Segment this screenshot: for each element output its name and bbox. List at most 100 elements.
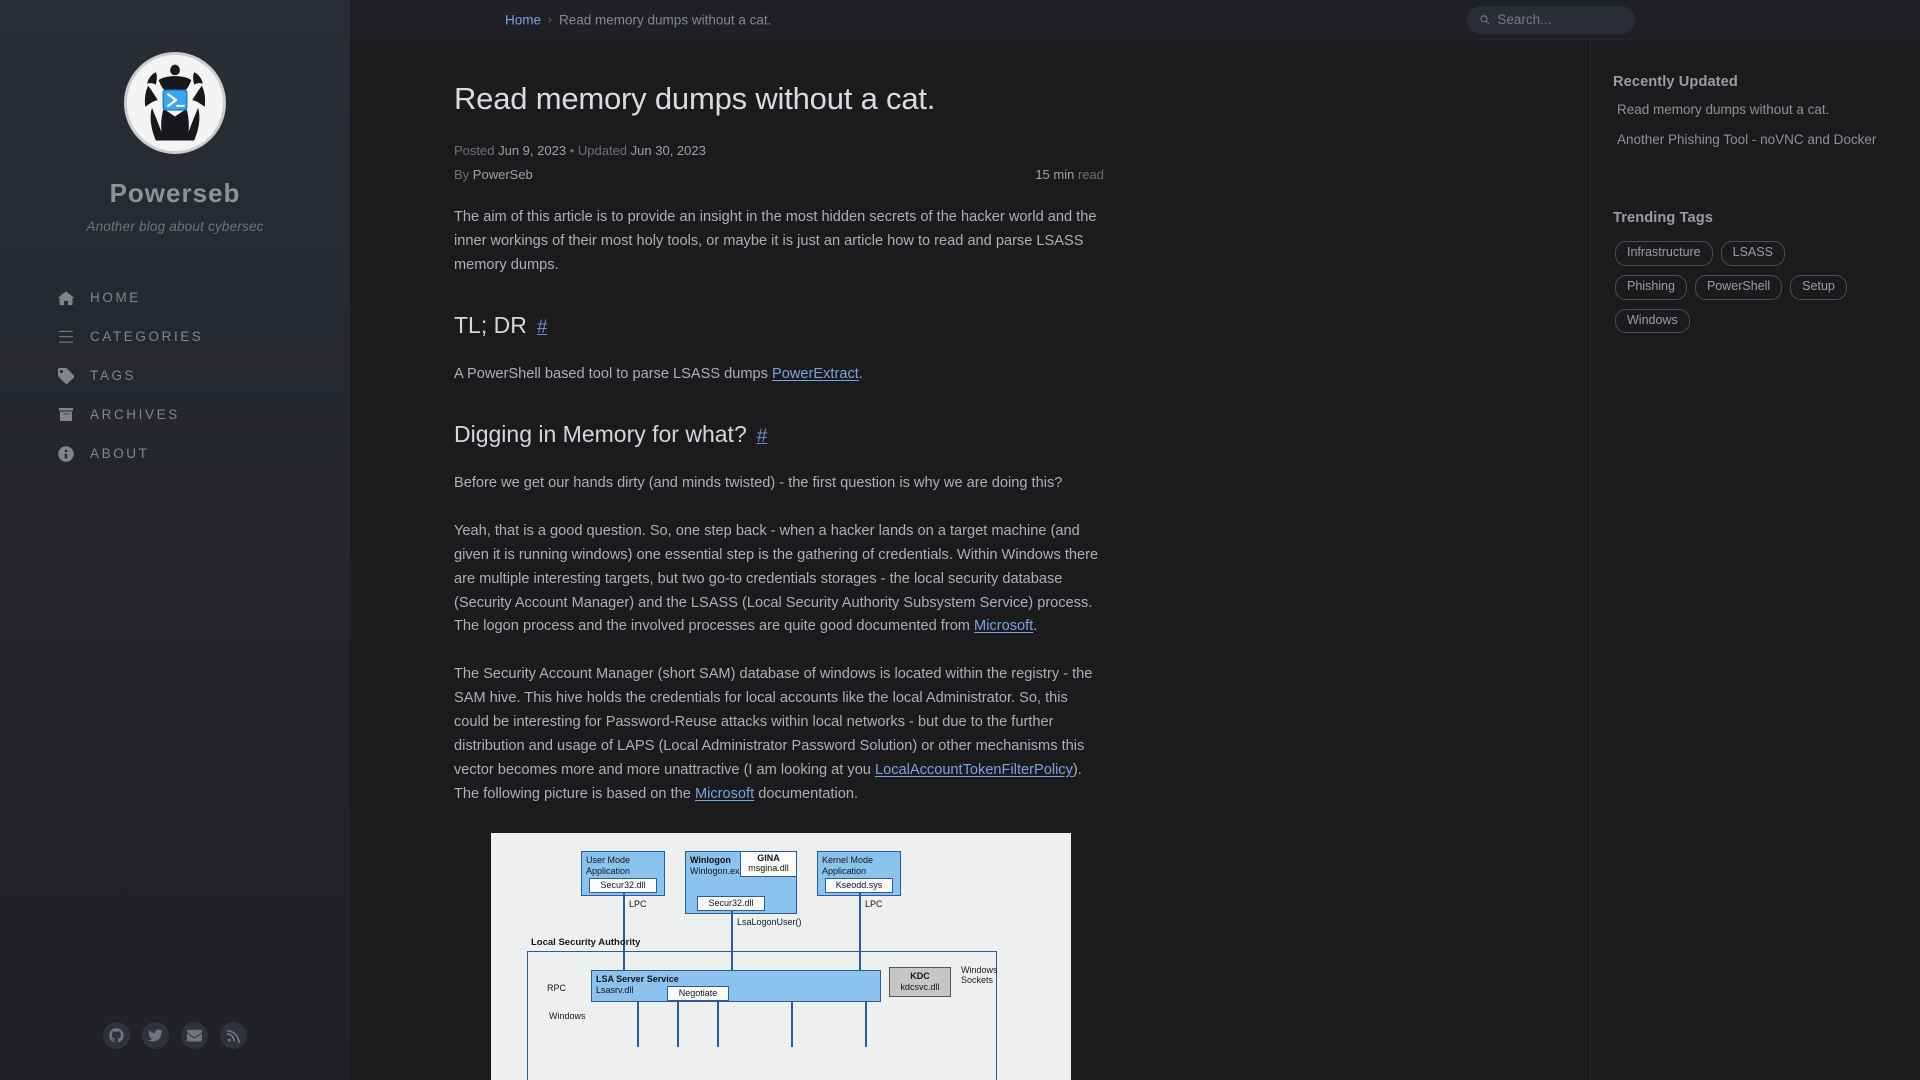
diagram-label: Windows (961, 964, 998, 975)
recently-updated-block: Recently Updated Read memory dumps witho… (1613, 74, 1902, 148)
heading-anchor-link[interactable]: # (537, 317, 548, 339)
intro-paragraph: The aim of this article is to provide an… (454, 209, 1097, 274)
tag-powershell[interactable]: PowerShell (1694, 275, 1783, 300)
digging-paragraph-1: Before we get our hands dirty (and minds… (454, 474, 1063, 491)
list-item[interactable]: Read memory dumps without a cat. (1613, 102, 1902, 118)
diagram-box-lsa-server-service: LSA Server Service Lsasrv.dll (591, 969, 881, 1002)
diagram-connector (717, 1001, 719, 1047)
diagram-label-lpc-right: LPC (865, 898, 883, 909)
sidebar-item-home[interactable]: HOME (0, 278, 350, 317)
post-dates: Posted Jun 9, 2023 • Updated Jun 30, 202… (454, 143, 1530, 158)
tag-setup[interactable]: Setup (1790, 275, 1847, 300)
breadcrumb-current: Read memory dumps without a cat. (559, 12, 772, 27)
search-box[interactable] (1467, 5, 1635, 34)
post-author: By PowerSeb (454, 167, 533, 182)
diagram-label: KDC (910, 970, 930, 981)
author-name[interactable]: PowerSeb (473, 167, 533, 182)
diagram-connector (677, 1001, 679, 1047)
twitter-icon[interactable] (142, 1022, 169, 1049)
sam-paragraph: The Security Account Manager (short SAM)… (454, 663, 1106, 807)
by-label: By (454, 167, 470, 183)
page-title: Read memory dumps without a cat. (454, 81, 936, 116)
search-icon (1480, 15, 1490, 25)
diagram-label: Sockets (961, 975, 994, 986)
sidebar-item-label: ARCHIVES (90, 407, 180, 422)
diagram-box-secur32-1: Secur32.dll (589, 877, 657, 893)
sidebar-item-categories[interactable]: CATEGORIES (0, 317, 350, 356)
tag-icon (58, 367, 84, 384)
home-icon (58, 290, 84, 306)
sidebar-item-archives[interactable]: ARCHIVES (0, 395, 350, 434)
tldr-text-post: . (858, 365, 863, 382)
recently-updated-title: Recently Updated (1613, 74, 1738, 90)
diagram-box-negotiate: Negotiate (667, 985, 729, 1001)
sidebar-nav: HOME CATEGORIES TAGS ARCHIVES ABOUT (0, 278, 350, 473)
diagram-label: LSA Server Service (596, 973, 679, 984)
microsoft-link[interactable]: Microsoft (974, 618, 1033, 634)
localaccounttokenfilterpolicy-link[interactable]: LocalAccountTokenFilterPolicy (875, 762, 1073, 778)
section-heading-tldr: TL; DR # (454, 312, 1530, 339)
sidebar-item-label: TAGS (90, 368, 137, 383)
read-time: 15 min read (1035, 167, 1104, 182)
section-heading-digging: Digging in Memory for what? # (454, 421, 1530, 448)
site-title[interactable]: Powerseb (110, 178, 241, 209)
diagram-label: Winlogon.exe (690, 865, 745, 876)
content-area: Home › Read memory dumps without a cat. … (350, 0, 1920, 1080)
tag-infrastructure[interactable]: Infrastructure (1615, 241, 1713, 266)
trending-tags-block: Trending Tags Infrastructure LSASS Phish… (1613, 210, 1902, 334)
list-item[interactable]: Another Phishing Tool - noVNC and Docker (1613, 132, 1902, 148)
search-input[interactable] (1497, 12, 1623, 27)
diagram-connector (637, 1001, 639, 1047)
sidebar-item-label: ABOUT (90, 446, 150, 461)
sidebar-item-label: HOME (90, 290, 141, 305)
tldr-text-pre: A PowerShell based tool to parse LSASS d… (454, 365, 773, 382)
right-panel: Recently Updated Read memory dumps witho… (1590, 40, 1920, 1080)
diagram-box-secur32-2: Secur32.dll (697, 895, 765, 911)
social-links (0, 1022, 350, 1049)
post-author-readtime: By PowerSeb 15 min read (454, 167, 1104, 182)
powershell-superhero-avatar-icon (127, 55, 223, 151)
diagram-label: Application (822, 865, 867, 876)
powerextract-link[interactable]: PowerExtract (772, 366, 859, 382)
tag-lsass[interactable]: LSASS (1720, 241, 1785, 266)
diagram-label: Application (586, 865, 631, 876)
avatar[interactable] (124, 52, 226, 154)
diagram-label-lsalogonuser: LsaLogonUser() (737, 916, 802, 927)
sidebar-item-label: CATEGORIES (90, 329, 204, 344)
tag-phishing[interactable]: Phishing (1615, 275, 1687, 300)
diagram-label: Lsasrv.dll (596, 984, 634, 995)
tag-windows[interactable]: Windows (1615, 308, 1690, 334)
microsoft-link[interactable]: Microsoft (695, 786, 754, 802)
diagram-connector (791, 1001, 793, 1047)
read-time-value: 15 min (1035, 167, 1075, 183)
recently-updated-list: Read memory dumps without a cat. Another… (1613, 102, 1902, 148)
email-icon[interactable] (181, 1022, 208, 1049)
updated-date: Jun 30, 2023 (630, 143, 706, 159)
sidebar-item-about[interactable]: ABOUT (0, 434, 350, 473)
site-tagline: Another blog about cybersec (86, 219, 264, 234)
heading-anchor-link[interactable]: # (757, 426, 768, 448)
section-heading-text: Digging in Memory for what? (454, 420, 747, 447)
diagram-label-local-security-authority: Local Security Authority (531, 936, 641, 948)
post-meta: Posted Jun 9, 2023 • Updated Jun 30, 202… (454, 143, 1530, 182)
archive-icon (58, 407, 84, 423)
diagram-label-lpc-left: LPC (629, 898, 647, 909)
diagram-label-rpc: RPC (547, 982, 567, 993)
rss-icon[interactable] (220, 1022, 247, 1049)
breadcrumb-home-link[interactable]: Home (505, 12, 541, 27)
read-label: read (1077, 167, 1104, 183)
trending-tags-list: Infrastructure LSASS Phishing PowerShell… (1613, 241, 1863, 334)
github-icon[interactable] (103, 1022, 130, 1049)
info-icon (58, 445, 84, 462)
diagram-label: msgina.dll (748, 862, 789, 873)
diagram-label: kdcsvc.dll (900, 981, 940, 992)
trending-tags-title: Trending Tags (1613, 210, 1713, 227)
digging-text-post: . (1033, 618, 1038, 635)
section-heading-text: TL; DR (454, 311, 527, 338)
hamburger-icon (58, 329, 84, 345)
lsa-architecture-diagram[interactable]: User Mode Application Secur32.dll Winlog… (491, 832, 1071, 1080)
diagram-box-kdc: KDC kdcsvc.dll (889, 966, 951, 997)
sidebar-item-tags[interactable]: TAGS (0, 356, 350, 395)
breadcrumb: Home › Read memory dumps without a cat. (505, 12, 771, 27)
digging-paragraph-2: Yeah, that is a good question. So, one s… (454, 520, 1106, 640)
